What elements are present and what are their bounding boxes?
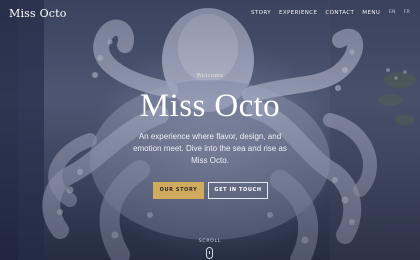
nav-item-story[interactable]: STORY bbox=[251, 10, 271, 16]
language-fr[interactable]: FR bbox=[404, 10, 410, 15]
nav-item-menu[interactable]: MENU bbox=[362, 10, 380, 16]
site-logo[interactable]: Miss Octo bbox=[9, 7, 67, 20]
top-navigation: Miss Octo STORY EXPERIENCE CONTACT MENU … bbox=[0, 0, 420, 26]
hero-overlay bbox=[0, 0, 420, 260]
language-en[interactable]: EN bbox=[389, 10, 396, 15]
hero-title: Miss Octo bbox=[139, 88, 281, 124]
scroll-mouse-icon[interactable] bbox=[206, 247, 213, 259]
get-in-touch-button[interactable]: GET IN TOUCH bbox=[208, 182, 268, 199]
language-switcher: EN FR bbox=[389, 10, 410, 15]
scroll-label: SCROLL bbox=[198, 239, 222, 244]
hero-subtitle: An experience where flavor, design, and … bbox=[133, 132, 287, 165]
our-story-button[interactable]: OUR STORY bbox=[153, 182, 204, 199]
hero-section bbox=[0, 0, 420, 260]
hero-eyebrow: Welcome bbox=[196, 73, 224, 79]
main-menu: STORY EXPERIENCE CONTACT MENU bbox=[251, 10, 380, 16]
nav-item-contact[interactable]: CONTACT bbox=[325, 10, 354, 16]
nav-item-experience[interactable]: EXPERIENCE bbox=[279, 10, 317, 16]
